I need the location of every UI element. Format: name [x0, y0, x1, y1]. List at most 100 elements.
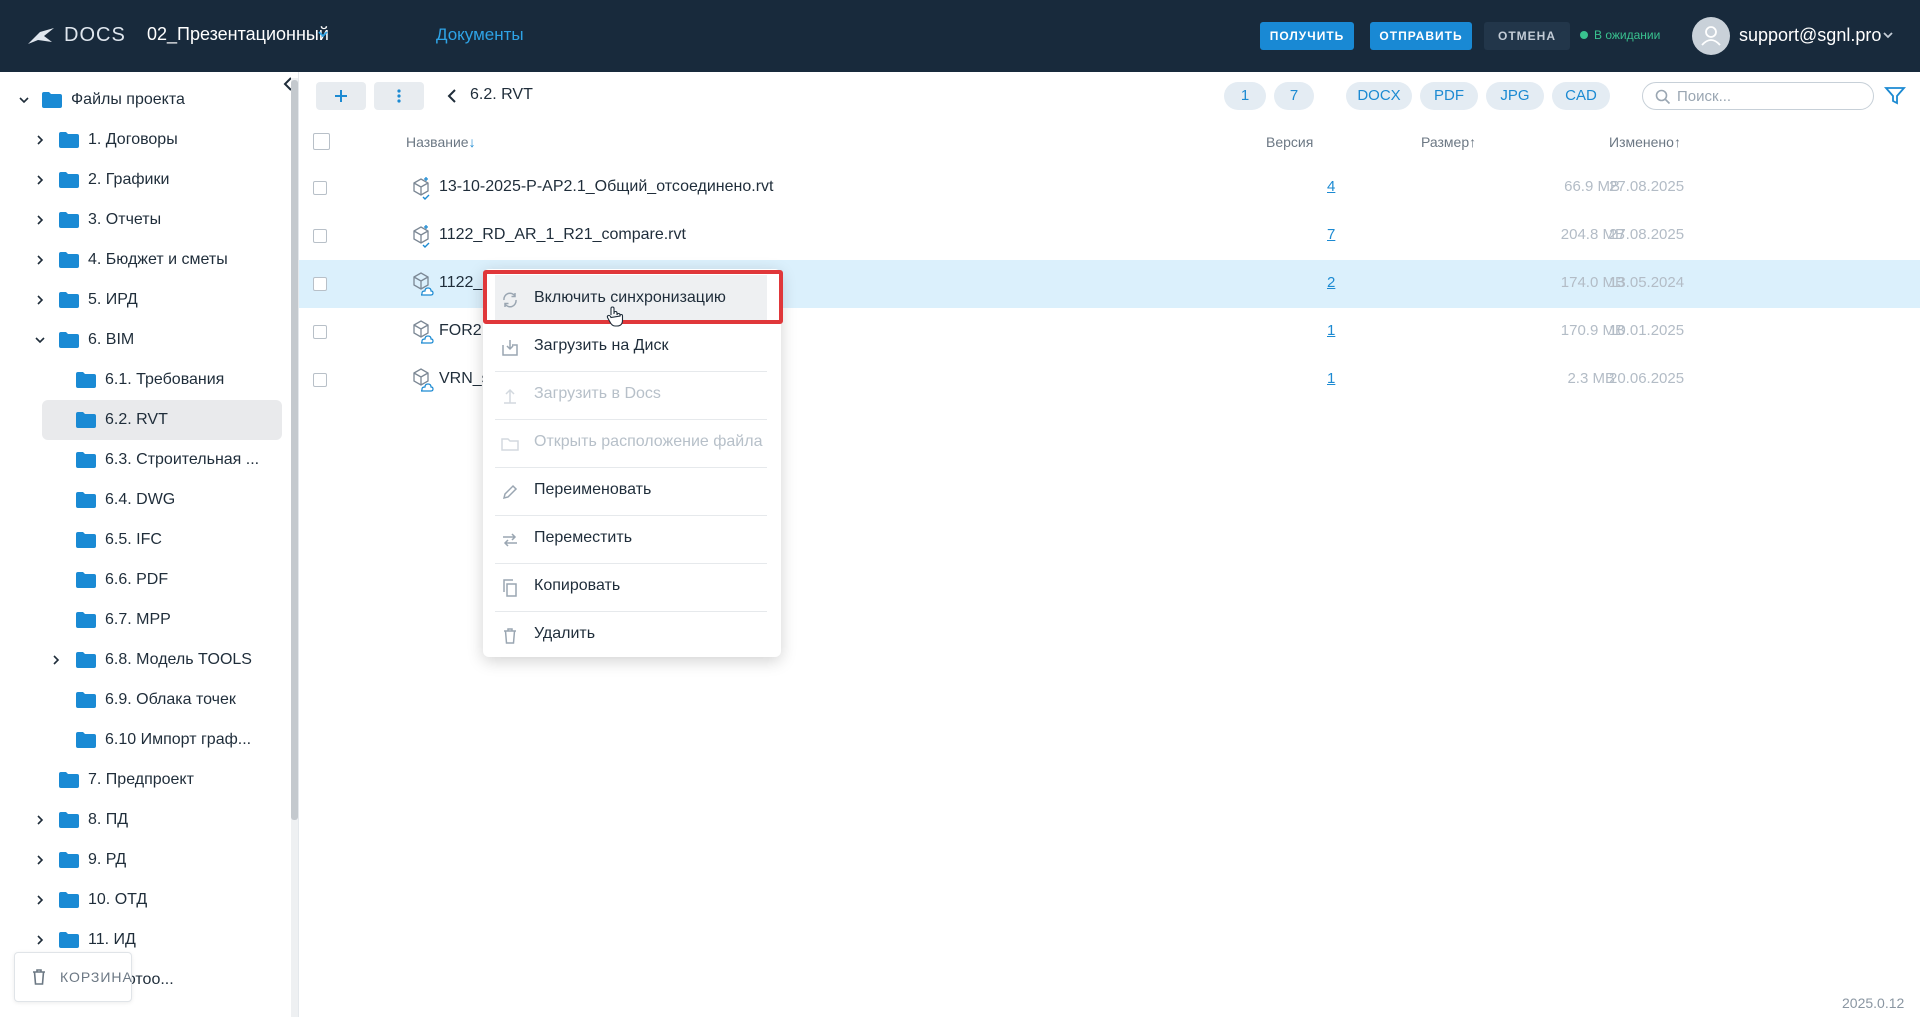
tree-item-ifc[interactable]: 6.5. IFC	[42, 520, 282, 560]
get-button[interactable]: ПОЛУЧИТЬ	[1260, 22, 1354, 50]
col-modified-header[interactable]: Изменено↑	[1609, 134, 1681, 150]
chevron-right-icon[interactable]	[34, 174, 46, 186]
back-arrow-icon[interactable]	[446, 88, 458, 104]
tree-item-label: 6.7. MPP	[105, 611, 171, 628]
count-pill[interactable]: 1	[1224, 82, 1266, 110]
send-button[interactable]: ОТПРАВИТЬ	[1370, 22, 1472, 50]
menu-open-file-location[interactable]: Открыть расположение файла	[495, 419, 767, 467]
file-version[interactable]: 1	[1327, 370, 1335, 387]
row-checkbox[interactable]	[313, 229, 327, 243]
tree-item-mpp[interactable]: 6.7. MPP	[42, 600, 282, 640]
table-row[interactable]: 13-10-2025-P-AP2.1_Общий_отсоединено.rvt…	[299, 164, 1920, 212]
folder-icon	[59, 172, 79, 188]
logo-icon	[28, 28, 54, 44]
tree-root-label: Файлы проекта	[71, 91, 185, 108]
cancel-button[interactable]: ОТМЕНА	[1484, 22, 1570, 50]
chevron-right-icon[interactable]	[34, 814, 46, 826]
project-selector[interactable]: 02_Презентационный	[147, 24, 329, 45]
add-button[interactable]	[316, 82, 366, 110]
file-name[interactable]: 1122_	[439, 274, 482, 292]
chevron-right-icon[interactable]	[34, 894, 46, 906]
user-email[interactable]: support@sgnl.pro	[1739, 25, 1881, 46]
tree-item-construction[interactable]: 6.3. Строительная ...	[42, 440, 282, 480]
chevron-right-icon[interactable]	[34, 214, 46, 226]
tree-item-import[interactable]: 6.10 Импорт граф...	[42, 720, 282, 760]
search-box[interactable]	[1642, 82, 1874, 110]
filter-pdf[interactable]: PDF	[1420, 82, 1478, 110]
file-version[interactable]: 4	[1327, 178, 1335, 195]
row-checkbox[interactable]	[313, 325, 327, 339]
folder-icon	[59, 252, 79, 268]
tree-item-pd[interactable]: 8. ПД	[14, 800, 284, 840]
folder-icon	[59, 212, 79, 228]
tree-item-pointclouds[interactable]: 6.9. Облака точек	[42, 680, 282, 720]
chevron-down-icon[interactable]	[1882, 30, 1894, 40]
file-name[interactable]: 13-10-2025-P-AP2.1_Общий_отсоединено.rvt	[439, 178, 773, 196]
tree-item-otd[interactable]: 10. ОТД	[14, 880, 284, 920]
trash-button[interactable]: КОРЗИНА	[14, 952, 132, 1002]
col-name-label: Название	[406, 134, 469, 150]
chevron-down-icon[interactable]	[34, 334, 46, 346]
filter-jpg[interactable]: JPG	[1486, 82, 1544, 110]
tree-root[interactable]: Файлы проекта	[14, 80, 284, 120]
menu-move[interactable]: Переместить	[495, 515, 767, 563]
folder-icon	[76, 652, 96, 668]
chevron-right-icon[interactable]	[50, 654, 62, 666]
row-checkbox[interactable]	[313, 277, 327, 291]
more-actions-button[interactable]	[374, 82, 424, 110]
chevron-right-icon[interactable]	[34, 294, 46, 306]
menu-rename[interactable]: Переименовать	[495, 467, 767, 515]
chevron-right-icon[interactable]	[34, 854, 46, 866]
file-modified: 10.01.2025	[1609, 322, 1685, 339]
tree-item-rd[interactable]: 9. РД	[14, 840, 284, 880]
rvt-synced-icon	[413, 225, 430, 248]
row-checkbox[interactable]	[313, 181, 327, 195]
filter-docx[interactable]: DOCX	[1346, 82, 1412, 110]
tree-item-dwg[interactable]: 6.4. DWG	[42, 480, 282, 520]
count-pill[interactable]: 7	[1274, 82, 1314, 110]
select-all-checkbox[interactable]	[313, 133, 330, 150]
avatar[interactable]	[1692, 17, 1730, 55]
tree-item-reports[interactable]: 3. Отчеты	[14, 200, 284, 240]
tree-item-budget[interactable]: 4. Бюджет и сметы	[14, 240, 284, 280]
chevron-right-icon[interactable]	[34, 134, 46, 146]
table-row[interactable]: 1122_RD_AR_1_R21_compare.rvt 7 204.8 MB …	[299, 212, 1920, 260]
tree-item-preproject[interactable]: 7. Предпроект	[14, 760, 284, 800]
tree-item-tools[interactable]: 6.8. Модель TOOLS	[42, 640, 282, 680]
tree-item-pdf[interactable]: 6.6. PDF	[42, 560, 282, 600]
sidebar-scrollbar-thumb[interactable]	[291, 80, 298, 820]
file-name[interactable]: 1122_RD_AR_1_R21_compare.rvt	[439, 226, 686, 244]
search-input[interactable]	[1677, 87, 1857, 105]
file-version[interactable]: 2	[1327, 274, 1335, 291]
chevron-down-icon[interactable]	[317, 29, 329, 39]
folder-icon	[76, 732, 96, 748]
nav-documents[interactable]: Документы	[436, 25, 524, 45]
row-checkbox[interactable]	[313, 373, 327, 387]
tree-item-label: 8. ПД	[88, 811, 129, 828]
col-size-label: Размер	[1421, 134, 1470, 150]
trash-label: КОРЗИНА	[60, 969, 133, 985]
col-version-header[interactable]: Версия	[1266, 134, 1313, 150]
col-name-header[interactable]: Название↓	[406, 134, 476, 150]
tree-item-label: 7. Предпроект	[88, 771, 194, 788]
file-version[interactable]: 1	[1327, 322, 1335, 339]
col-size-header[interactable]: Размер↑	[1421, 134, 1476, 150]
filter-icon[interactable]	[1884, 86, 1906, 106]
tree-item-requirements[interactable]: 6.1. Требования	[42, 360, 282, 400]
tree-item-schedules[interactable]: 2. Графики	[14, 160, 284, 200]
menu-copy[interactable]: Копировать	[495, 563, 767, 611]
menu-delete[interactable]: Удалить	[495, 611, 767, 659]
tree-item-contracts[interactable]: 1. Договоры	[14, 120, 284, 160]
file-version[interactable]: 7	[1327, 226, 1335, 243]
chevron-right-icon[interactable]	[34, 254, 46, 266]
filter-cad[interactable]: CAD	[1552, 82, 1610, 110]
tree-item-ird[interactable]: 5. ИРД	[14, 280, 284, 320]
app-version: 2025.0.12	[1842, 995, 1905, 1011]
chevron-down-icon[interactable]	[18, 94, 30, 106]
menu-upload-to-docs[interactable]: Загрузить в Docs	[495, 371, 767, 419]
logo-text: DOCS	[64, 24, 126, 46]
tree-item-rvt[interactable]: 6.2. RVT	[42, 400, 282, 440]
menu-download-to-disk[interactable]: Загрузить на Диск	[495, 323, 767, 371]
tree-item-bim[interactable]: 6. BIM	[14, 320, 284, 360]
chevron-right-icon[interactable]	[34, 934, 46, 946]
